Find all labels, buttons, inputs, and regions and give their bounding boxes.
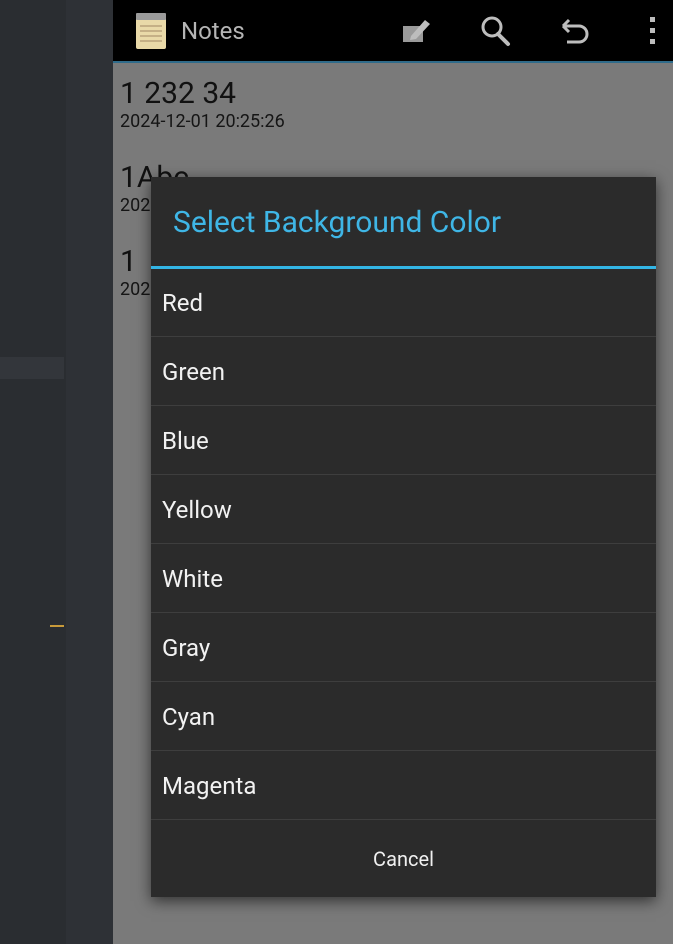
undo-icon[interactable] (555, 12, 595, 50)
color-option-yellow[interactable]: Yellow (151, 476, 656, 544)
dialog-title: Select Background Color (173, 205, 502, 240)
note-title: 1 (120, 244, 137, 279)
background-panel-secondary (66, 0, 113, 944)
background-divider (0, 357, 64, 379)
action-bar: Notes (113, 0, 673, 61)
background-color-dialog: Select Background Color Red Green Blue Y… (151, 177, 656, 897)
color-option-cyan[interactable]: Cyan (151, 683, 656, 751)
search-icon[interactable] (475, 12, 515, 50)
action-bar-divider (113, 61, 673, 63)
cancel-button[interactable]: Cancel (151, 821, 656, 897)
new-note-icon[interactable] (395, 12, 435, 50)
note-date: 202 (120, 279, 151, 300)
color-option-gray[interactable]: Gray (151, 614, 656, 682)
notepad-icon (135, 12, 167, 50)
color-option-magenta[interactable]: Magenta (151, 752, 656, 820)
note-title: 1 232 34 (120, 76, 237, 111)
color-option-red[interactable]: Red (151, 269, 656, 337)
color-option-green[interactable]: Green (151, 338, 656, 406)
note-date: 2024-12-01 20:25:26 (120, 111, 285, 132)
note-item[interactable]: 1 202 (120, 245, 150, 301)
background-marker (50, 625, 64, 627)
background-panel (0, 0, 66, 944)
overflow-menu-icon[interactable] (635, 12, 665, 50)
color-option-blue[interactable]: Blue (151, 407, 656, 475)
color-option-white[interactable]: White (151, 545, 656, 613)
app-title: Notes (181, 17, 245, 45)
note-item[interactable]: 1 232 34 2024-12-01 20:25:26 (120, 77, 285, 133)
